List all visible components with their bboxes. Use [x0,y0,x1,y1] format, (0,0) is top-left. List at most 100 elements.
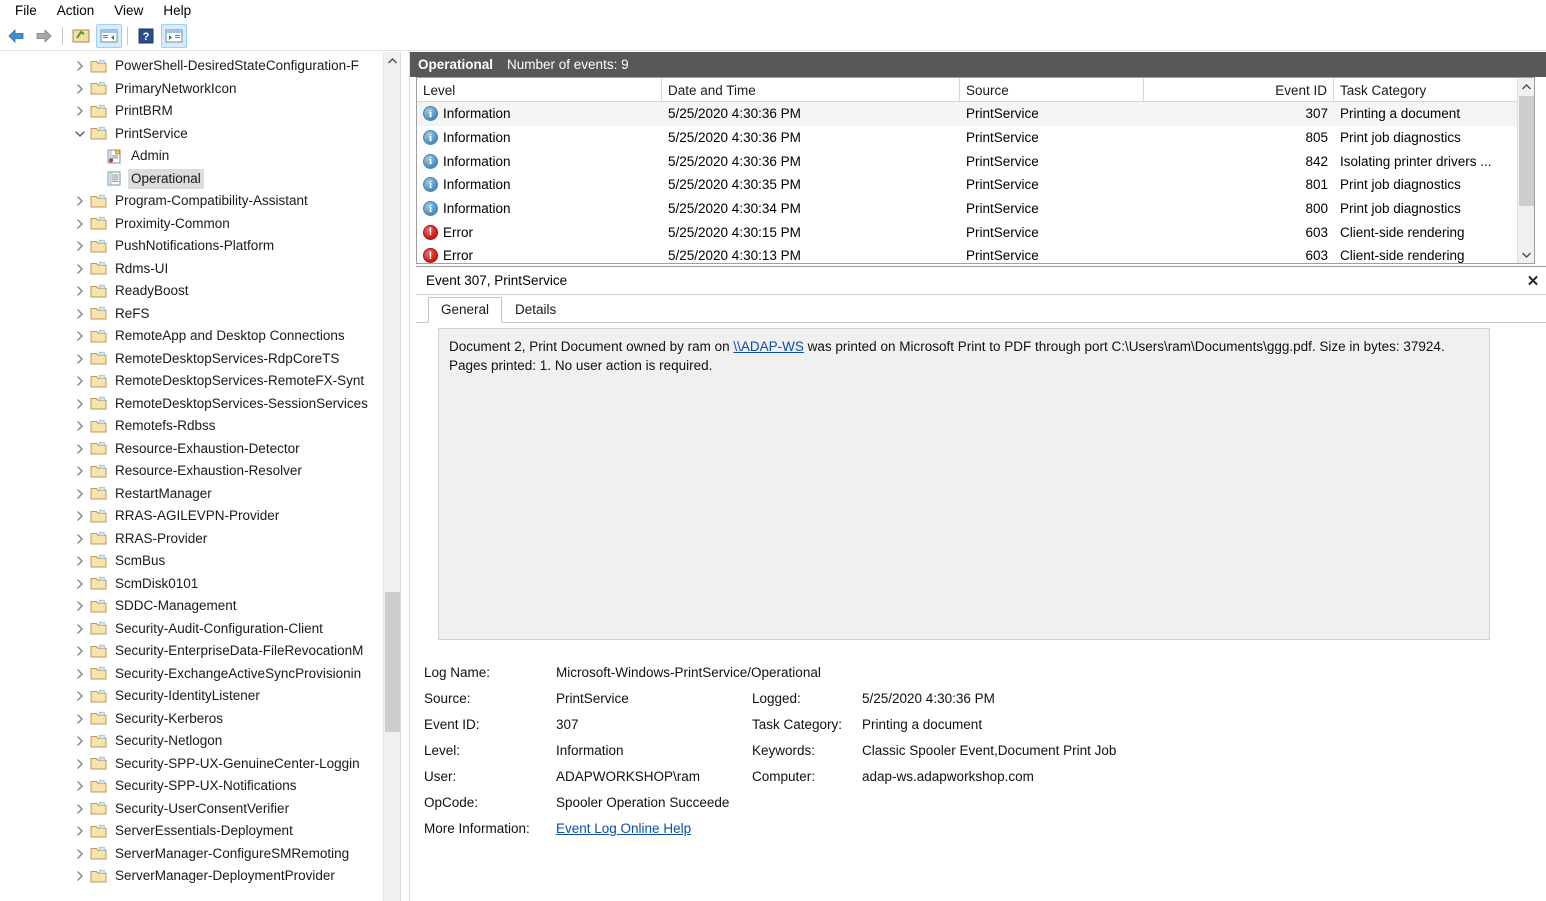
tree-item-security-spp-ux-genuinecenter-loggin[interactable]: Security-SPP-UX-GenuineCenter-Loggin [0,753,392,776]
tree-item-program-compatibility-assistant[interactable]: Program-Compatibility-Assistant [0,190,392,213]
tree-item-printbrm[interactable]: PrintBRM [0,100,392,123]
chevron-right-icon[interactable] [72,309,88,319]
chevron-right-icon[interactable] [72,196,88,206]
chevron-right-icon[interactable] [72,354,88,364]
tree-item-rdms-ui[interactable]: Rdms-UI [0,258,392,281]
tab-details[interactable]: Details [502,297,569,322]
menu-action[interactable]: Action [48,1,104,21]
chevron-right-icon[interactable] [72,736,88,746]
table-row[interactable]: iInformation5/25/2020 4:30:36 PMPrintSer… [417,126,1534,150]
chevron-right-icon[interactable] [72,286,88,296]
tree-item-remotedesktopservices-rdpcorets[interactable]: RemoteDesktopServices-RdpCoreTS [0,348,392,371]
tree-item-remotefs-rdbss[interactable]: Remotefs-Rdbss [0,415,392,438]
tree-item-rras-agilevpn-provider[interactable]: RRAS-AGILEVPN-Provider [0,505,392,528]
column-header-source[interactable]: Source [960,78,1144,102]
tree-item-security-kerberos[interactable]: Security-Kerberos [0,708,392,731]
chevron-right-icon[interactable] [72,669,88,679]
event-list-scroll-up-icon[interactable] [1518,78,1535,95]
menu-view[interactable]: View [105,1,152,21]
column-header-event-id[interactable]: Event ID [1144,78,1334,102]
tree-item-remotedesktopservices-sessionservices[interactable]: RemoteDesktopServices-SessionServices [0,393,392,416]
tree-item-security-audit-configuration-client[interactable]: Security-Audit-Configuration-Client [0,618,392,641]
tree-item-servermanager-configuresmremoting[interactable]: ServerManager-ConfigureSMRemoting [0,843,392,866]
forward-arrow-icon[interactable] [31,24,57,48]
chevron-right-icon[interactable] [72,376,88,386]
chevron-right-icon[interactable] [72,624,88,634]
tree-item-security-exchangeactivesyncprovisionin[interactable]: Security-ExchangeActiveSyncProvisionin [0,663,392,686]
chevron-right-icon[interactable] [72,489,88,499]
tree-item-security-userconsentverifier[interactable]: Security-UserConsentVerifier [0,798,392,821]
tree-item-operational[interactable]: Operational [0,168,392,191]
tree-item-resource-exhaustion-detector[interactable]: Resource-Exhaustion-Detector [0,438,392,461]
tree-item-scmbus[interactable]: ScmBus [0,550,392,573]
chevron-right-icon[interactable] [72,61,88,71]
chevron-right-icon[interactable] [72,534,88,544]
chevron-down-icon[interactable] [72,130,88,138]
chevron-right-icon[interactable] [72,264,88,274]
column-header-task-category[interactable]: Task Category [1334,78,1534,102]
table-row[interactable]: !Error5/25/2020 4:30:15 PMPrintService60… [417,220,1534,244]
table-row[interactable]: iInformation5/25/2020 4:30:36 PMPrintSer… [417,102,1534,126]
tree-item-printservice[interactable]: PrintService [0,123,392,146]
chevron-right-icon[interactable] [72,871,88,881]
chevron-right-icon[interactable] [72,601,88,611]
chevron-right-icon[interactable] [72,579,88,589]
back-arrow-icon[interactable] [3,24,29,48]
tab-general[interactable]: General [428,297,502,323]
chevron-right-icon[interactable] [72,759,88,769]
chevron-right-icon[interactable] [72,421,88,431]
column-header-level[interactable]: Level [417,78,662,102]
chevron-right-icon[interactable] [72,241,88,251]
table-row[interactable]: iInformation5/25/2020 4:30:34 PMPrintSer… [417,197,1534,221]
chevron-right-icon[interactable] [72,556,88,566]
chevron-right-icon[interactable] [72,646,88,656]
chevron-right-icon[interactable] [72,84,88,94]
show-hide-tree-icon[interactable] [68,24,94,48]
tree-item-rras-provider[interactable]: RRAS-Provider [0,528,392,551]
menu-help[interactable]: Help [154,1,200,21]
tree-item-proximity-common[interactable]: Proximity-Common [0,213,392,236]
tree-item-security-enterprisedata-filerevocationm[interactable]: Security-EnterpriseData-FileRevocationM [0,640,392,663]
tree-item-security-identitylistener[interactable]: Security-IdentityListener [0,685,392,708]
tree-scroll-up-icon[interactable] [384,52,401,69]
event-list-scroll-down-icon[interactable] [1518,246,1535,263]
chevron-right-icon[interactable] [72,399,88,409]
tree-item-pushnotifications-platform[interactable]: PushNotifications-Platform [0,235,392,258]
tree-item-readyboost[interactable]: ReadyBoost [0,280,392,303]
chevron-right-icon[interactable] [72,826,88,836]
tree-item-servermanager-deploymentprovider[interactable]: ServerManager-DeploymentProvider [0,865,392,888]
chevron-right-icon[interactable] [72,106,88,116]
tree-item-powershell-desiredstateconfiguration-f[interactable]: PowerShell-DesiredStateConfiguration-F [0,55,392,78]
chevron-right-icon[interactable] [72,781,88,791]
chevron-right-icon[interactable] [72,331,88,341]
chevron-right-icon[interactable] [72,849,88,859]
menu-file[interactable]: File [6,1,46,21]
tree-item-remotedesktopservices-remotefx-synt[interactable]: RemoteDesktopServices-RemoteFX-Synt [0,370,392,393]
tree-item-security-spp-ux-notifications[interactable]: Security-SPP-UX-Notifications [0,775,392,798]
show-hide-console-icon[interactable] [96,24,122,48]
event-list-grid[interactable]: Level Date and Time Source Event ID Task… [416,77,1535,264]
chevron-right-icon[interactable] [72,466,88,476]
event-list-scrollbar-thumb[interactable] [1519,96,1534,206]
chevron-right-icon[interactable] [72,219,88,229]
tree-item-primarynetworkicon[interactable]: PrimaryNetworkIcon [0,78,392,101]
event-log-online-help-link[interactable]: Event Log Online Help [556,821,691,836]
tree-item-security-netlogon[interactable]: Security-Netlogon [0,730,392,753]
chevron-right-icon[interactable] [72,804,88,814]
tree-item-admin[interactable]: Admin [0,145,392,168]
chevron-right-icon[interactable] [72,714,88,724]
help-icon[interactable]: ? [133,24,159,48]
tree-item-serveressentials-deployment[interactable]: ServerEssentials-Deployment [0,820,392,843]
tree-item-remoteapp-and-desktop-connections[interactable]: RemoteApp and Desktop Connections [0,325,392,348]
show-hide-action-pane-icon[interactable] [161,24,187,48]
tree-item-sddc-management[interactable]: SDDC-Management [0,595,392,618]
tree-scrollbar-thumb[interactable] [385,592,400,732]
chevron-right-icon[interactable] [72,444,88,454]
tree-vertical-scrollbar[interactable] [383,52,400,901]
computer-link[interactable]: \\ADAP-WS [733,339,804,354]
chevron-right-icon[interactable] [72,691,88,701]
tree-item-scmdisk0101[interactable]: ScmDisk0101 [0,573,392,596]
chevron-right-icon[interactable] [72,511,88,521]
table-row[interactable]: iInformation5/25/2020 4:30:36 PMPrintSer… [417,149,1534,173]
tree-item-resource-exhaustion-resolver[interactable]: Resource-Exhaustion-Resolver [0,460,392,483]
